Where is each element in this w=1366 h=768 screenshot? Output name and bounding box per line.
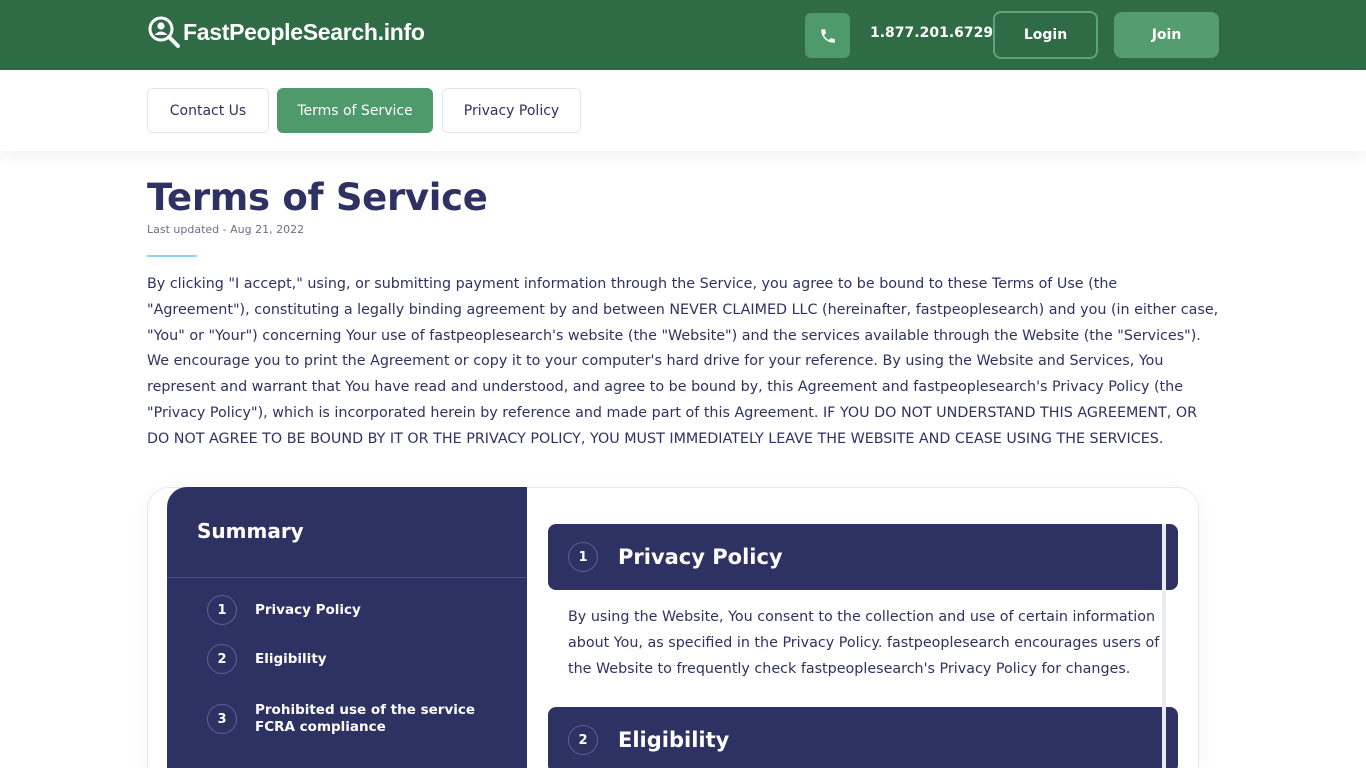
phone-button[interactable] [805, 13, 850, 58]
person-search-icon [148, 16, 180, 48]
summary-item-number: 2 [207, 644, 237, 674]
join-button[interactable]: Join [1114, 12, 1219, 58]
summary-item-label: Prohibited use of the service FCRA compl… [255, 702, 476, 735]
logo[interactable]: FastPeopleSearch.info [147, 15, 425, 49]
summary-item-label: Eligibility [255, 650, 327, 667]
summary-item-number: 1 [207, 595, 237, 625]
last-updated: Last updated - Aug 21, 2022 [147, 223, 305, 236]
tab-terms-of-service[interactable]: Terms of Service [277, 88, 433, 133]
section-number: 2 [568, 725, 598, 755]
summary-divider [167, 577, 527, 578]
logo-text: FastPeopleSearch.info [183, 18, 425, 45]
section-header-privacy-policy[interactable]: 1 Privacy Policy [548, 524, 1178, 590]
title-divider [147, 255, 197, 257]
section-title: Eligibility [618, 728, 730, 752]
summary-item-label: Privacy Policy [255, 601, 361, 618]
tab-privacy-policy[interactable]: Privacy Policy [442, 88, 581, 133]
section-header-eligibility[interactable]: 2 Eligibility [548, 707, 1178, 768]
sub-navigation: Contact Us Terms of Service Privacy Poli… [0, 70, 1366, 151]
site-header: FastPeopleSearch.info 1.877.201.6729 Log… [0, 0, 1366, 70]
summary-item-privacy-policy[interactable]: 1 Privacy Policy [207, 595, 505, 625]
summary-item-prohibited-use[interactable]: 3 Prohibited use of the service FCRA com… [207, 702, 505, 736]
phone-number[interactable]: 1.877.201.6729 [870, 25, 993, 41]
intro-paragraph: By clicking "I accept," using, or submit… [147, 276, 1219, 447]
phone-icon [820, 28, 835, 43]
summary-title: Summary [197, 519, 304, 543]
page-title: Terms of Service [147, 176, 488, 219]
section-number: 1 [568, 542, 598, 572]
section-title: Privacy Policy [618, 545, 783, 569]
content-scrollbar[interactable] [1162, 524, 1166, 768]
login-button[interactable]: Login [993, 11, 1098, 59]
summary-panel: Summary 1 Privacy Policy 2 Eligibility 3… [167, 487, 527, 768]
summary-item-eligibility[interactable]: 2 Eligibility [207, 644, 505, 674]
section-body-privacy-policy: By using the Website, You consent to the… [568, 609, 1160, 677]
summary-item-number: 3 [207, 704, 237, 734]
tab-contact-us[interactable]: Contact Us [147, 88, 269, 133]
